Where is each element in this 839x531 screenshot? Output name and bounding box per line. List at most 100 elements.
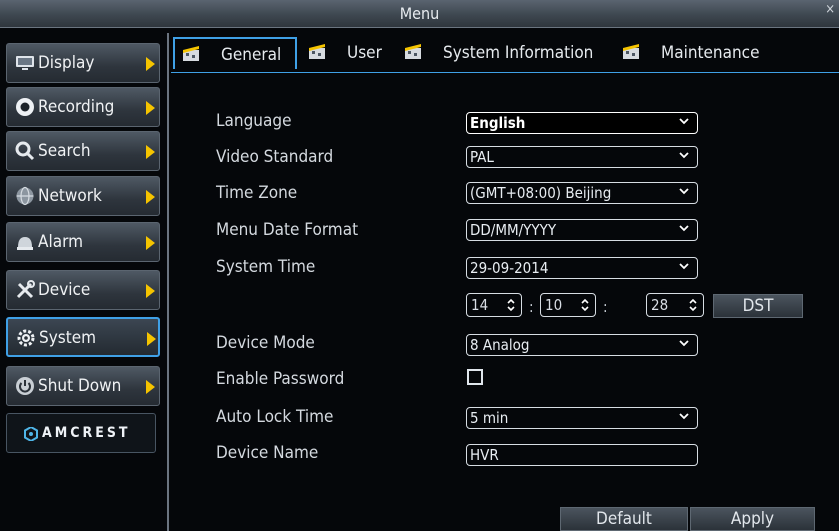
- chevron-down-icon: [679, 225, 689, 232]
- sidebar-item-alarm[interactable]: Alarm: [6, 222, 160, 262]
- power-icon: [16, 377, 34, 395]
- device-name-input[interactable]: HVR: [466, 444, 698, 466]
- minute-stepper[interactable]: 10: [540, 293, 596, 317]
- record-icon: [16, 98, 34, 116]
- time-separator: :: [529, 298, 534, 316]
- menu-date-format-value: DD/MM/YYYY: [470, 221, 557, 239]
- amcrest-logo-icon: [24, 427, 38, 441]
- chevron-down-icon: [679, 340, 689, 347]
- close-icon[interactable]: ×: [825, 2, 835, 17]
- brand-name: AMCREST: [42, 425, 131, 441]
- minute-value: 10: [545, 296, 563, 314]
- tab-maintenance[interactable]: Maintenance: [621, 37, 781, 69]
- sidebar-item-device[interactable]: Device: [6, 270, 160, 310]
- up-down-icon: [507, 298, 515, 312]
- video-standard-label: Video Standard: [216, 147, 334, 167]
- arrow-right-icon: [146, 236, 155, 250]
- menu-window: Menu × Display Recording Search Network …: [0, 0, 839, 531]
- default-button[interactable]: Default: [560, 507, 688, 531]
- tab-underline: [171, 72, 839, 73]
- time-zone-label: Time Zone: [216, 183, 298, 203]
- monitor-icon: [16, 56, 34, 70]
- tab-label: Maintenance: [661, 43, 760, 63]
- tools-icon: [16, 280, 35, 299]
- up-down-icon: [689, 298, 697, 312]
- up-down-icon: [581, 298, 589, 312]
- clapperboard-icon: [183, 46, 199, 61]
- language-select[interactable]: English: [466, 112, 698, 134]
- dst-button[interactable]: DST: [713, 294, 803, 318]
- sidebar-item-label: Shut Down: [38, 376, 122, 396]
- system-date-select[interactable]: 29-09-2014: [466, 257, 698, 279]
- tab-label: User: [347, 43, 382, 63]
- auto-lock-time-label: Auto Lock Time: [216, 407, 334, 427]
- sidebar-item-label: Alarm: [38, 232, 83, 252]
- device-name-label: Device Name: [216, 443, 319, 463]
- hour-value: 14: [471, 296, 489, 314]
- arrow-right-icon: [146, 380, 155, 394]
- tab-label: General: [221, 45, 282, 65]
- device-mode-select[interactable]: 8 Analog: [466, 334, 698, 356]
- search-icon: [15, 141, 35, 161]
- chevron-down-icon: [679, 118, 689, 125]
- menu-date-format-select[interactable]: DD/MM/YYYY: [466, 219, 698, 241]
- chevron-down-icon: [679, 263, 689, 270]
- divider: [167, 33, 169, 531]
- auto-lock-time-select[interactable]: 5 min: [466, 407, 698, 429]
- second-stepper[interactable]: 28: [646, 293, 704, 317]
- arrow-right-icon: [146, 190, 155, 204]
- device-mode-label: Device Mode: [216, 333, 315, 353]
- sidebar-item-label: Display: [38, 53, 95, 73]
- globe-icon: [16, 186, 34, 206]
- clapperboard-icon: [623, 44, 639, 59]
- tab-system-information[interactable]: System Information: [403, 37, 613, 69]
- sidebar-item-label: Network: [38, 186, 102, 206]
- chevron-down-icon: [679, 413, 689, 420]
- time-zone-select[interactable]: (GMT+08:00) Beijing: [466, 182, 698, 204]
- enable-password-checkbox[interactable]: [467, 369, 483, 385]
- brand-logo: AMCREST: [6, 413, 156, 453]
- apply-button[interactable]: Apply: [690, 507, 815, 531]
- sidebar-item-label: Device: [38, 280, 91, 300]
- tab-bar: General User System Information Maintena…: [171, 33, 839, 73]
- chevron-down-icon: [679, 152, 689, 159]
- system-time-label: System Time: [216, 257, 316, 277]
- hour-stepper[interactable]: 14: [466, 293, 522, 317]
- sidebar-item-network[interactable]: Network: [6, 176, 160, 216]
- sidebar-item-display[interactable]: Display: [6, 43, 160, 83]
- sidebar-item-recording[interactable]: Recording: [6, 87, 160, 127]
- device-mode-value: 8 Analog: [470, 336, 530, 354]
- arrow-right-icon: [147, 332, 156, 346]
- sidebar-item-shut-down[interactable]: Shut Down: [6, 366, 160, 406]
- arrow-right-icon: [146, 101, 155, 115]
- tab-user[interactable]: User: [307, 37, 387, 69]
- tab-label: System Information: [443, 43, 594, 63]
- chevron-down-icon: [679, 188, 689, 195]
- menu-date-format-label: Menu Date Format: [216, 220, 359, 240]
- sidebar-item-system[interactable]: System: [6, 317, 160, 357]
- language-label: Language: [216, 111, 292, 131]
- sidebar: Display Recording Search Network Alarm D…: [0, 33, 167, 531]
- arrow-right-icon: [146, 284, 155, 298]
- second-value: 28: [651, 296, 669, 314]
- title-bar: Menu ×: [0, 0, 839, 28]
- gear-icon: [17, 329, 35, 347]
- arrow-right-icon: [146, 57, 155, 71]
- device-name-value: HVR: [470, 446, 499, 464]
- sidebar-item-label: System: [39, 328, 97, 348]
- sidebar-item-search[interactable]: Search: [6, 131, 160, 171]
- alarm-icon: [17, 237, 33, 250]
- time-zone-value: (GMT+08:00) Beijing: [470, 184, 612, 202]
- auto-lock-time-value: 5 min: [470, 409, 509, 427]
- system-date-value: 29-09-2014: [470, 259, 549, 277]
- sidebar-item-label: Recording: [38, 97, 115, 117]
- enable-password-label: Enable Password: [216, 369, 345, 389]
- clapperboard-icon: [309, 44, 325, 59]
- video-standard-select[interactable]: PAL: [466, 146, 698, 168]
- video-standard-value: PAL: [470, 148, 494, 166]
- arrow-right-icon: [146, 145, 155, 159]
- clapperboard-icon: [405, 44, 421, 59]
- tab-general[interactable]: General: [173, 37, 297, 69]
- window-title: Menu: [399, 4, 440, 23]
- language-value: English: [470, 114, 526, 132]
